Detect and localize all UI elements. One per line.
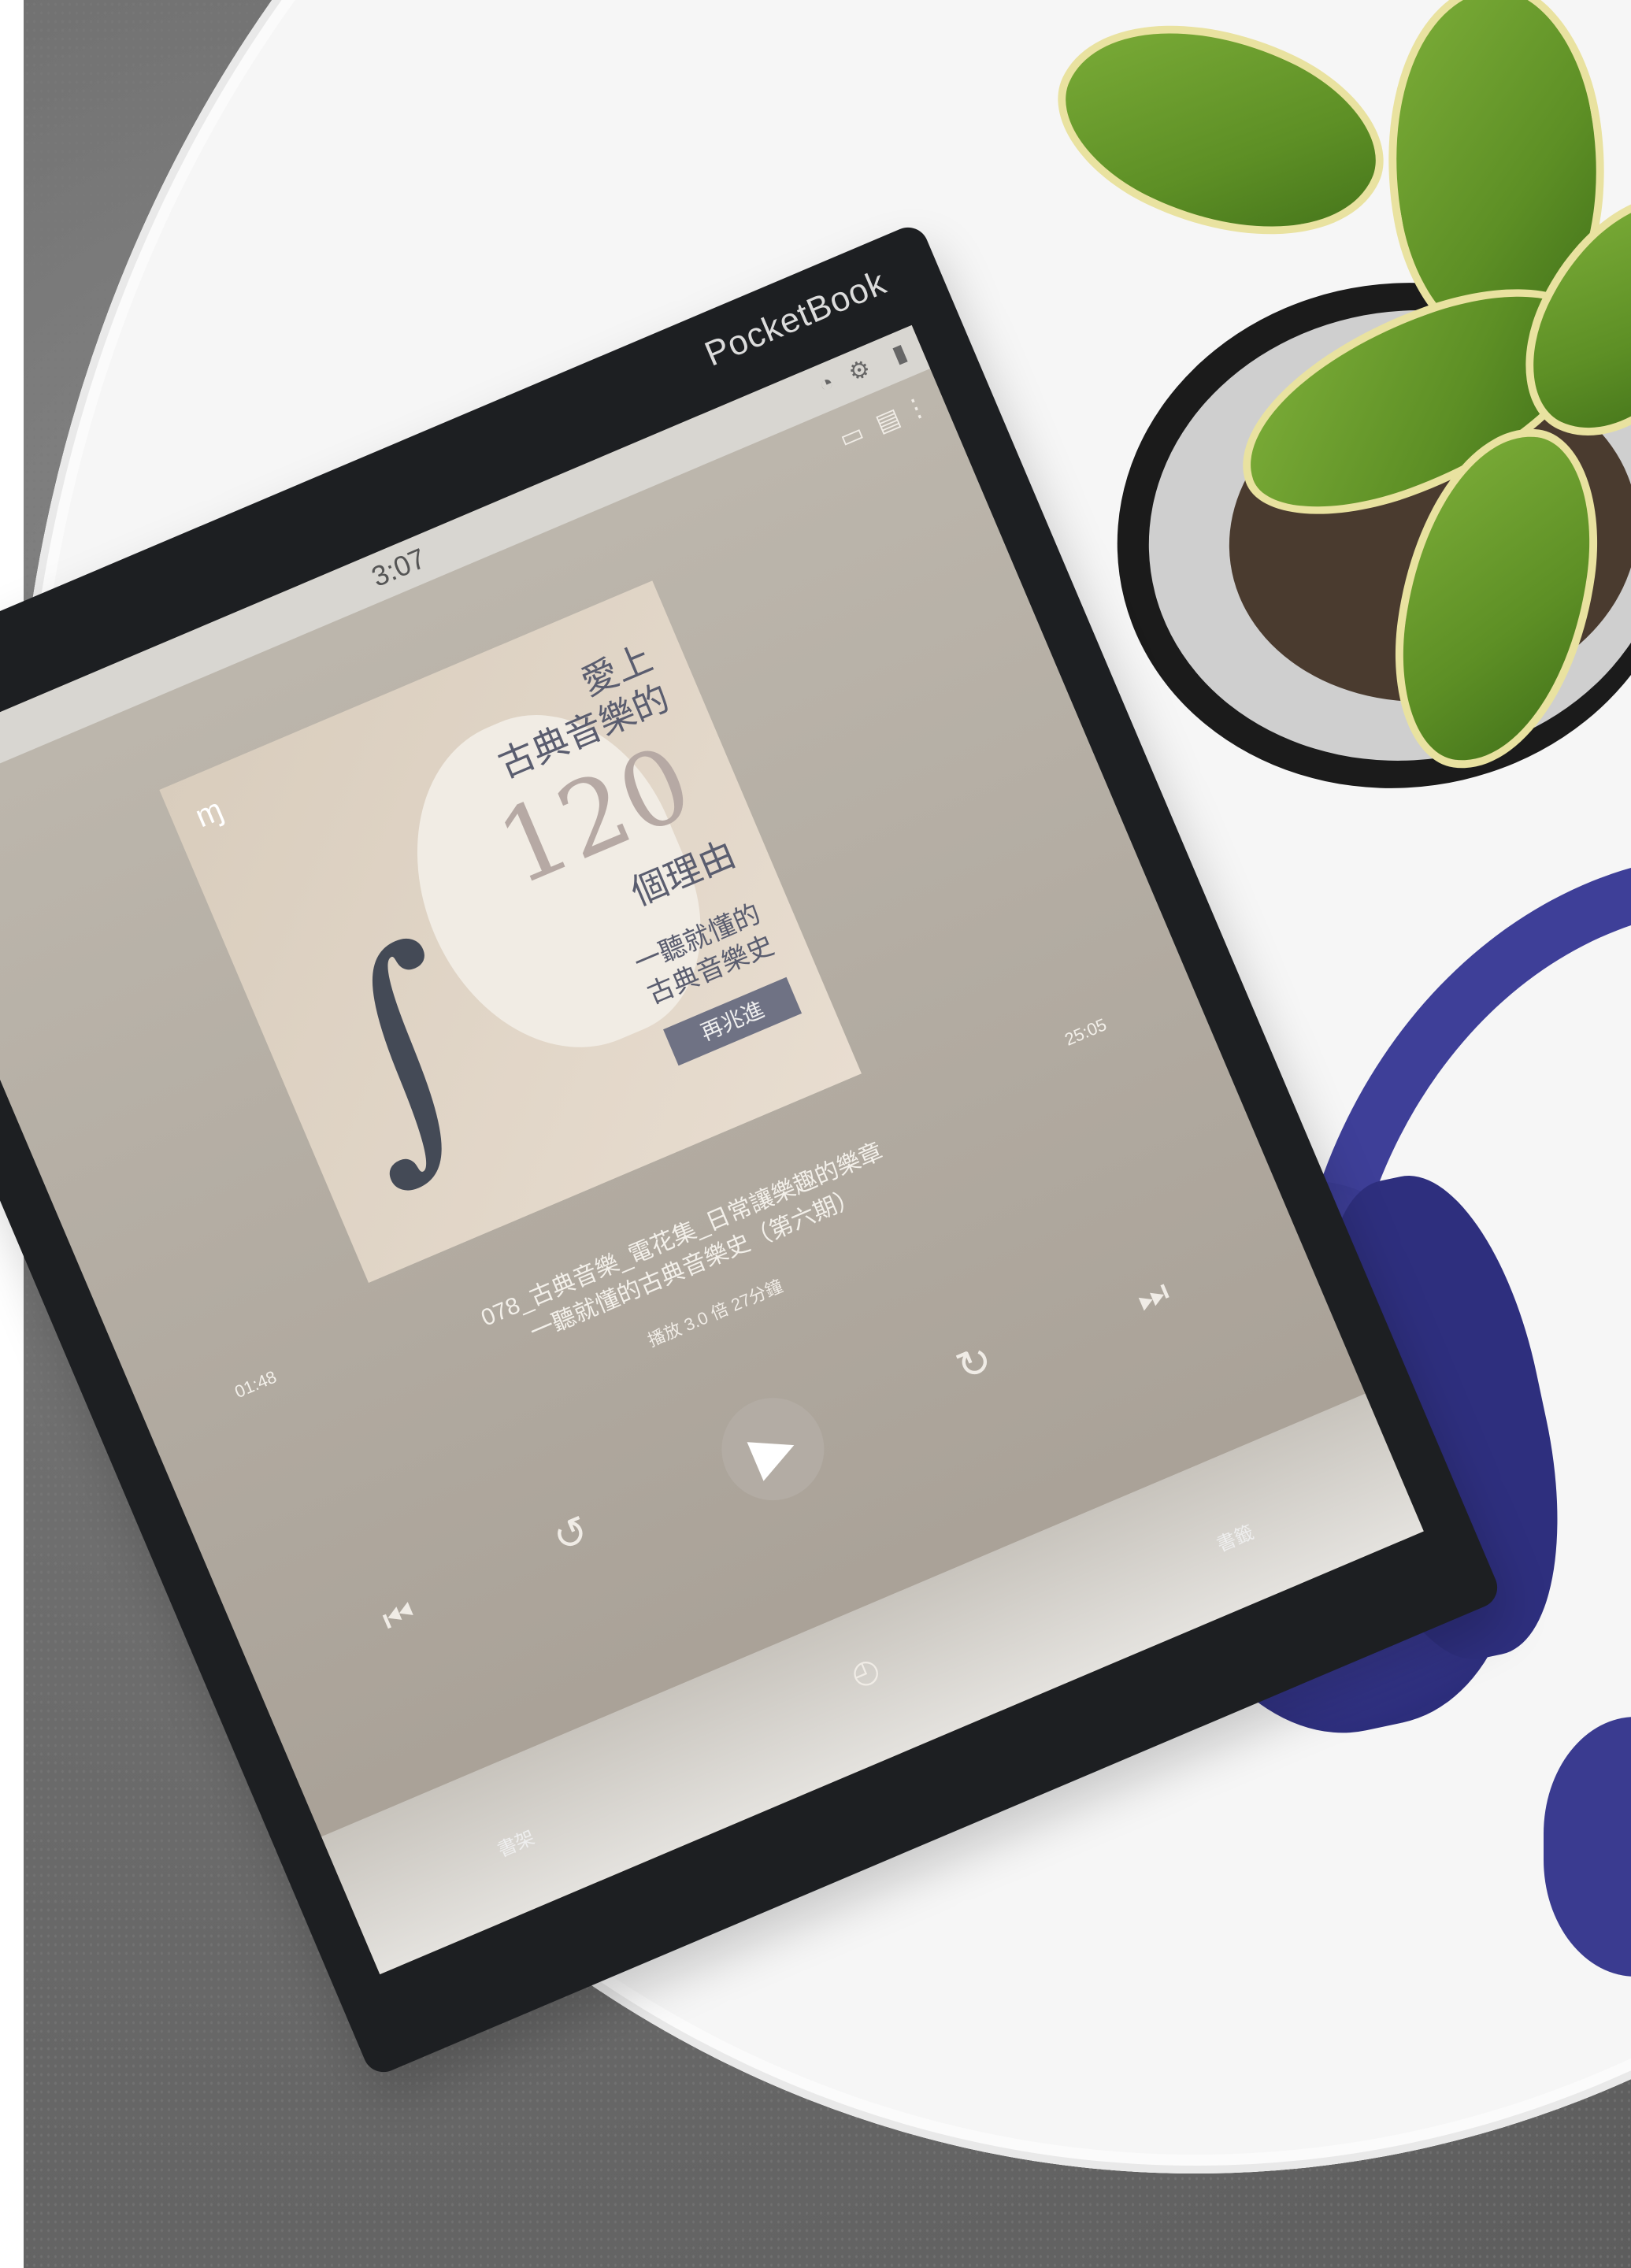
play-button[interactable]: ▶ (706, 1381, 840, 1517)
timer-icon[interactable]: ◴ (846, 1650, 885, 1694)
rewind-icon[interactable]: ↺ (546, 1506, 596, 1563)
settings-icon[interactable]: ⚙ (844, 354, 875, 387)
bottom-label-right[interactable]: 書籤 (1212, 1517, 1258, 1557)
next-icon[interactable]: ⏭ (1131, 1272, 1175, 1321)
cast-icon[interactable]: ▭ (835, 417, 869, 454)
bottom-label-left[interactable]: 書架 (492, 1822, 538, 1862)
photo-scene: PocketBook ⌂ ↶ 3:07 ◔ ⚙ ▮ ⌄ ▭ ▤ ⋮ ɱ ∫ 愛上… (0, 0, 1631, 2268)
more-icon[interactable]: ⋮ (899, 389, 933, 426)
time-total: 25:05 (1062, 1014, 1110, 1050)
battery-icon: ▮ (888, 339, 911, 369)
publisher-logo: ɱ (190, 791, 228, 835)
forward-icon[interactable]: ↻ (950, 1335, 1000, 1392)
album-cover: ɱ ∫ 愛上 古典音樂的 120 個理由 一聽就懂的 古典音樂史 再兆進 (159, 580, 862, 1283)
previous-icon[interactable]: ⏮ (376, 1592, 421, 1641)
wifi-icon: ◔ (814, 369, 839, 399)
time-elapsed: 01:48 (232, 1366, 280, 1403)
book-icon[interactable]: ▤ (871, 402, 905, 439)
